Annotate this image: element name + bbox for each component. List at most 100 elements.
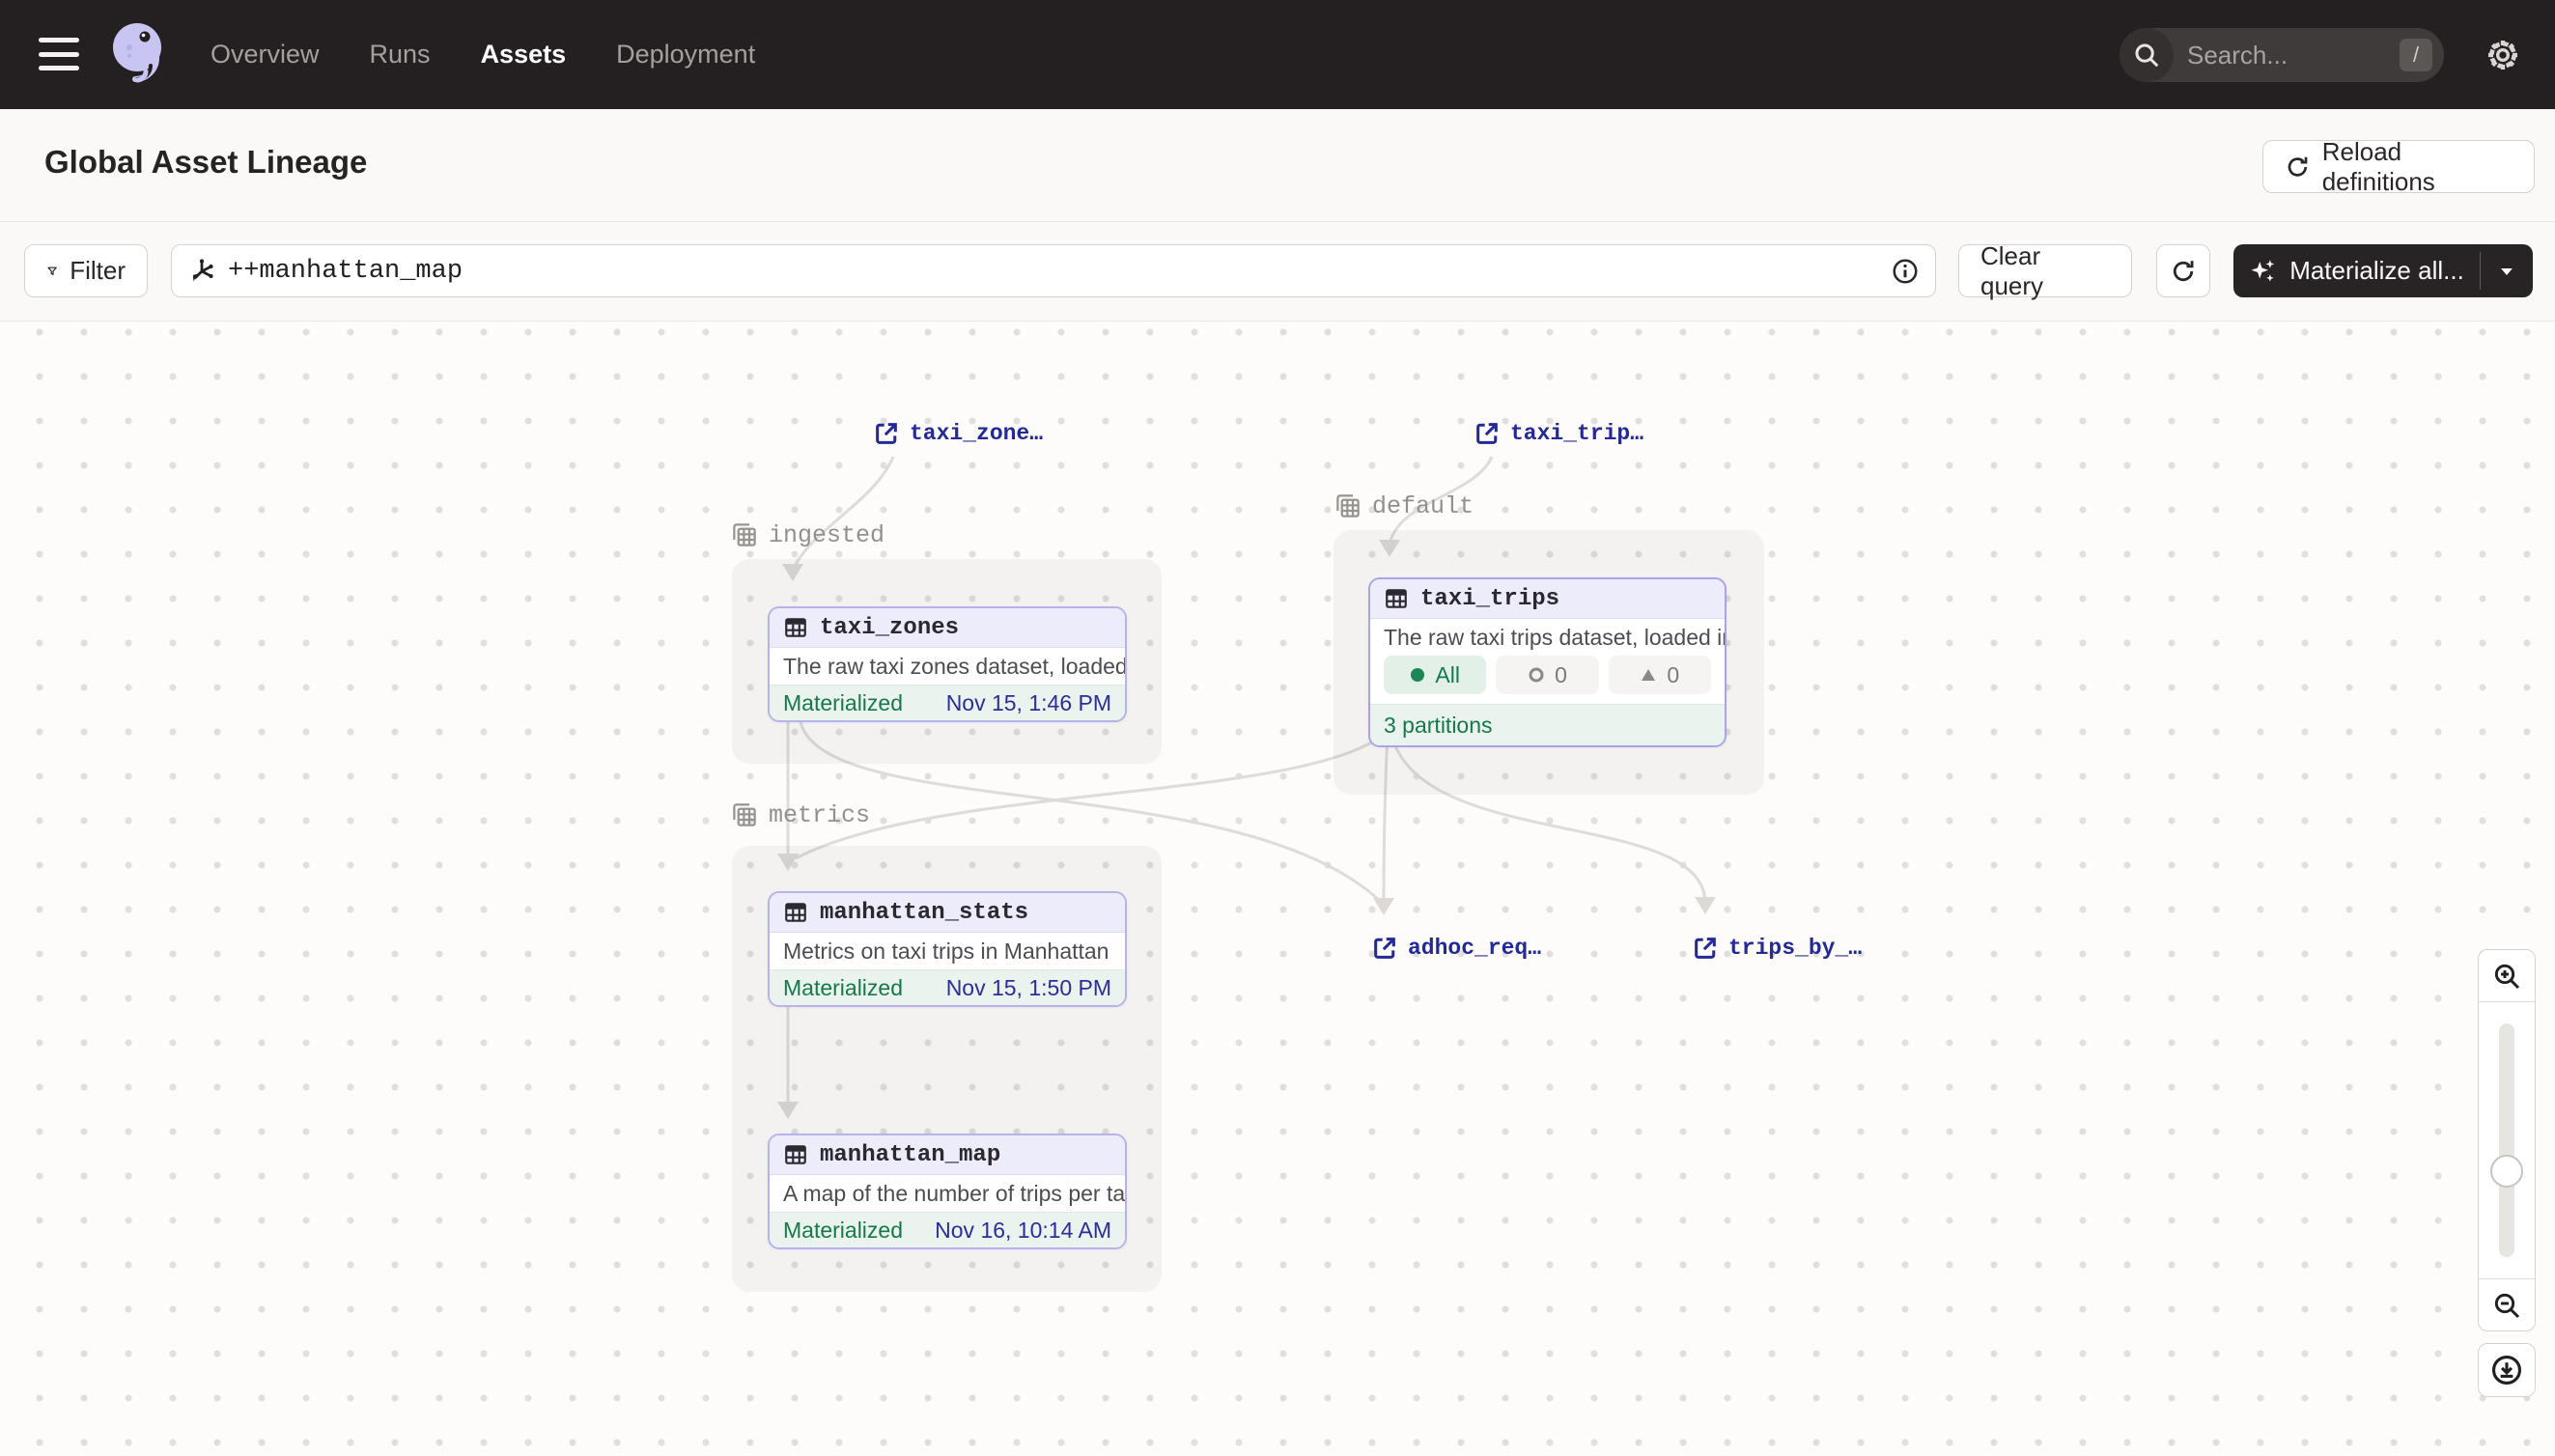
partition-pill-failed[interactable]: 0 (1609, 656, 1711, 694)
tab-overview[interactable]: Overview (211, 40, 320, 70)
reload-definitions-button[interactable]: Reload definitions (2262, 140, 2535, 193)
asset-group-icon (730, 800, 759, 829)
asset-node-taxi-trips[interactable]: taxi_trips The raw taxi trips dataset, l… (1368, 577, 1727, 747)
nav-tabs: Overview Runs Assets Deployment (211, 0, 755, 109)
pill-label: All (1435, 662, 1460, 688)
zoom-controls (2478, 949, 2536, 1331)
asset-node-taxi-zones[interactable]: taxi_zones The raw taxi zones dataset, l… (768, 606, 1127, 722)
asset-status-row: Materialized Nov 15, 1:50 PM (770, 969, 1125, 1005)
asset-name: manhattan_map (820, 1142, 1000, 1168)
info-icon[interactable] (1891, 257, 1920, 286)
zoom-slider-thumb[interactable] (2490, 1155, 2523, 1188)
asset-card-header: taxi_zones (770, 608, 1125, 648)
external-link-icon (1692, 935, 1719, 962)
partition-health-row: All 0 0 (1370, 656, 1725, 704)
materialize-all-label: Materialize all... (2289, 256, 2464, 286)
asset-status-row: 3 partitions (1370, 704, 1725, 745)
search-placeholder: Search... (2174, 41, 2400, 70)
asset-name: taxi_trips (1420, 586, 1559, 612)
pill-label: 0 (1555, 662, 1567, 688)
group-name: ingested (769, 521, 884, 549)
filter-label: Filter (70, 256, 126, 286)
lineage-canvas[interactable]: ingested default metrics taxi_zone… (0, 322, 2555, 1456)
gear-icon[interactable] (2484, 36, 2522, 74)
menu-icon[interactable] (39, 38, 79, 70)
asset-group-icon (1334, 491, 1362, 520)
filter-button[interactable]: Filter (24, 244, 148, 297)
reload-definitions-label: Reload definitions (2322, 137, 2513, 197)
materialization-timestamp[interactable]: Nov 16, 10:14 AM (935, 1218, 1111, 1244)
partition-pill-all[interactable]: All (1384, 656, 1486, 694)
materialization-timestamp[interactable]: Nov 15, 1:50 PM (946, 975, 1111, 1001)
status-badge: Materialized (783, 975, 903, 1001)
status-badge: Materialized (783, 690, 903, 716)
search-input[interactable]: Search... / (2120, 28, 2444, 82)
refresh-graph-button[interactable] (2156, 244, 2210, 297)
asset-card-header: manhattan_stats (770, 893, 1125, 933)
table-icon (783, 900, 808, 925)
external-asset-label: taxi_zone… (910, 421, 1043, 446)
refresh-icon (2285, 154, 2311, 181)
external-asset-label: adhoc_req… (1408, 936, 1541, 961)
search-shortcut-badge: / (2400, 39, 2432, 71)
materialize-options-caret[interactable] (2481, 244, 2533, 297)
edge-taxizone-to-taxizones (793, 457, 893, 571)
pill-label: 0 (1667, 662, 1679, 688)
table-icon (1384, 586, 1409, 611)
zoom-out-icon (2491, 1290, 2522, 1321)
sparkle-icon (2249, 257, 2278, 286)
asset-description: Metrics on taxi trips in Manhattan (770, 933, 1125, 969)
asset-query-input[interactable] (228, 257, 1891, 286)
materialization-timestamp[interactable]: Nov 15, 1:46 PM (946, 690, 1111, 716)
group-label-ingested[interactable]: ingested (730, 520, 884, 549)
filter-icon (46, 259, 58, 284)
group-name: metrics (769, 801, 870, 829)
external-asset-link-taxi-zone[interactable]: taxi_zone… (873, 420, 1043, 447)
dagster-logo[interactable] (100, 15, 178, 93)
external-link-icon (1474, 420, 1501, 447)
external-asset-link-adhoc-req[interactable]: adhoc_req… (1371, 935, 1541, 962)
external-asset-link-taxi-trip[interactable]: taxi_trip… (1474, 420, 1643, 447)
page-title: Global Asset Lineage (44, 144, 367, 181)
clear-query-label: Clear query (1980, 241, 2110, 301)
asset-description: The raw taxi trips dataset, loaded into … (1370, 619, 1725, 656)
refresh-icon (2170, 258, 2197, 285)
asset-card-header: manhattan_map (770, 1135, 1125, 1175)
chevron-down-icon (2495, 260, 2518, 283)
op-selector-icon (187, 257, 216, 286)
clear-query-button[interactable]: Clear query (1958, 244, 2132, 297)
partition-count[interactable]: 3 partitions (1384, 713, 1493, 739)
partition-pill-missing[interactable]: 0 (1496, 656, 1598, 694)
external-link-icon (1371, 935, 1398, 962)
zoom-slider-track[interactable] (2499, 1023, 2514, 1257)
dot-icon (1410, 667, 1425, 683)
tab-deployment[interactable]: Deployment (616, 40, 755, 70)
materialize-all-button[interactable]: Materialize all... (2233, 244, 2533, 297)
tab-runs[interactable]: Runs (370, 40, 431, 70)
asset-status-row: Materialized Nov 16, 10:14 AM (770, 1212, 1125, 1247)
external-asset-link-trips-by[interactable]: trips_by_… (1692, 935, 1862, 962)
asset-group-icon (730, 520, 759, 549)
asset-status-row: Materialized Nov 15, 1:46 PM (770, 685, 1125, 720)
asset-node-manhattan-map[interactable]: manhattan_map A map of the number of tri… (768, 1134, 1127, 1249)
asset-node-manhattan-stats[interactable]: manhattan_stats Metrics on taxi trips in… (768, 891, 1127, 1007)
asset-card-header: taxi_trips (1370, 579, 1725, 619)
table-icon (783, 615, 808, 640)
zoom-out-button[interactable] (2479, 1278, 2535, 1330)
group-label-metrics[interactable]: metrics (730, 800, 870, 829)
download-image-button[interactable] (2478, 1343, 2536, 1397)
asset-name: manhattan_stats (820, 900, 1028, 926)
circle-outline-icon (1528, 666, 1545, 684)
top-nav: Overview Runs Assets Deployment Search..… (0, 0, 2555, 109)
external-asset-label: taxi_trip… (1510, 421, 1643, 446)
asset-query-field[interactable] (171, 244, 1936, 297)
search-icon (2120, 28, 2174, 82)
asset-description: A map of the number of trips per taxi z.… (770, 1175, 1125, 1212)
group-label-default[interactable]: default (1334, 491, 1474, 520)
external-asset-label: trips_by_… (1728, 936, 1862, 961)
tab-assets[interactable]: Assets (481, 40, 567, 70)
triangle-icon (1640, 666, 1657, 684)
zoom-in-button[interactable] (2479, 950, 2535, 1002)
page-header: Global Asset Lineage Reload definitions (0, 109, 2555, 222)
zoom-slider[interactable] (2479, 1002, 2535, 1278)
